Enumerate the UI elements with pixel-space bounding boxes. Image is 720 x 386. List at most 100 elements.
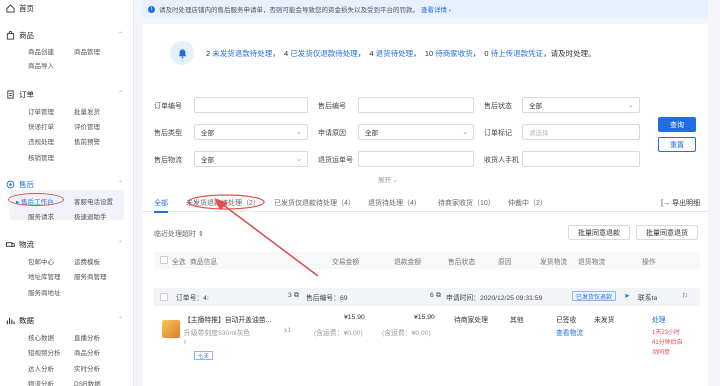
sidebar-item[interactable]: 实时分析	[74, 363, 100, 373]
sidebar-home-label: 首页	[19, 3, 34, 13]
refund-amount-sub: (含运费：¥0.00)	[382, 330, 431, 337]
ship-status: 已签收	[556, 317, 577, 324]
summary-link[interactable]: 已发货仅退款待处理	[290, 49, 358, 58]
trade-amount-sub: (含运费：¥0.00)	[314, 330, 363, 337]
tab-unshipped-refund[interactable]: 未发货退款待处理（2）	[186, 198, 260, 208]
sidebar-item[interactable]: 客服电话设置	[74, 196, 113, 206]
sidebar-item[interactable]: 订单管理	[28, 106, 54, 116]
tab-all[interactable]: 全部	[154, 198, 168, 208]
sidebar-section-logistics[interactable]: 物流	[6, 238, 34, 250]
sidebar-item[interactable]: 评价管理	[74, 121, 100, 131]
tab-return-pending[interactable]: 退货待处理（4）	[368, 198, 421, 208]
batch-refund-button[interactable]: 批量同意退款	[568, 225, 630, 240]
sidebar-item[interactable]: 批量发货	[74, 106, 100, 116]
sidebar-item[interactable]: 商品导入	[28, 60, 54, 70]
product-tag: 七天	[194, 351, 214, 360]
summary-link[interactable]: 待上传退款凭证	[491, 49, 544, 58]
contact-link[interactable]: 联系ta	[638, 292, 657, 302]
sidebar-section-data[interactable]: 数据	[6, 314, 34, 326]
th-reason: 原因	[498, 259, 512, 266]
product-image[interactable]	[162, 320, 180, 338]
return-no-input[interactable]	[358, 151, 474, 167]
th-action: 操作	[642, 259, 656, 266]
sidebar-section-product[interactable]: 商品	[6, 29, 34, 41]
aftersale-status-label: 售后状态	[484, 103, 512, 110]
aftersale-type-select[interactable]: 全部 ⌄	[194, 124, 308, 140]
sidebar-item[interactable]: 极速退助手	[74, 211, 107, 221]
summary-link[interactable]: 待商家收货	[435, 49, 473, 58]
sidebar-item[interactable]: 商品创建	[28, 46, 54, 56]
sidebar-home[interactable]: 首页	[6, 2, 34, 14]
sidebar-section-aftersale[interactable]: 售后	[6, 178, 34, 190]
select-value: 全部	[365, 130, 378, 137]
sidebar-item[interactable]: 商品分析	[74, 347, 100, 357]
summary-count: 10	[424, 48, 434, 58]
sidebar-item[interactable]: 直播分析	[74, 332, 100, 342]
receiver-phone-input[interactable]	[522, 151, 640, 167]
product-title[interactable]: 【主播特推】自动开盖油苗...	[184, 314, 271, 324]
notice-link[interactable]: 查看详情 ›	[421, 4, 451, 14]
summary-link[interactable]: 未发货退款待处理	[212, 49, 272, 58]
sidebar-item[interactable]: 服务商管理	[74, 271, 107, 281]
countdown-line: 1天23小时	[652, 330, 681, 336]
process-link[interactable]: 处理	[652, 314, 666, 324]
chevron-up-icon[interactable]: ⌃	[118, 90, 123, 97]
tab-arbitration[interactable]: 仲裁中（2）	[508, 198, 547, 208]
th-ship-logistics: 发货物流	[540, 259, 568, 266]
sidebar-section-logistics-label: 物流	[19, 239, 34, 249]
sidebar-item[interactable]: 商品管理	[74, 46, 100, 56]
aftersale-type-label: 售后类型	[154, 130, 182, 137]
summary-link[interactable]: 退货待处理	[376, 49, 414, 58]
sidebar-item[interactable]: 核销管理	[28, 152, 54, 162]
reason-select[interactable]: 全部 ⌄	[358, 124, 474, 140]
sidebar-item[interactable]: 核心数据	[28, 332, 54, 342]
product-extra: I	[184, 339, 186, 346]
chevron-down-icon: ⌄	[296, 156, 302, 163]
return-no-label: 退货运单号	[318, 157, 353, 164]
aftersale-no-input[interactable]	[358, 97, 474, 113]
active-tab-indicator	[154, 211, 168, 213]
export-button[interactable]: [→ 导出明细	[661, 198, 700, 208]
product-spec: 升级带刻度530ml灰色	[184, 330, 251, 337]
sidebar-item[interactable]: 售前预警	[74, 136, 100, 146]
sidebar-item[interactable]: 包邮中心	[28, 256, 54, 266]
sidebar-item[interactable]: 服务请求	[28, 211, 54, 221]
expand-toggle[interactable]: 展开 ⌄	[378, 174, 398, 184]
sidebar-item[interactable]: 达人分析	[28, 363, 54, 373]
sidebar-item[interactable]: 物流分析	[28, 378, 54, 386]
query-button[interactable]: 查询	[658, 117, 696, 132]
highlight-oval	[8, 193, 64, 206]
aftersale-status-select[interactable]: 全部 ⌄	[522, 97, 640, 113]
sort-deadline[interactable]: 临近处理超时 ⇕	[154, 229, 204, 239]
flag-icon[interactable]: ⚐	[682, 292, 688, 300]
view-logistics-link[interactable]: 查看物流	[556, 327, 583, 337]
sidebar-item[interactable]: 短视频分析	[28, 347, 61, 357]
copy-icon[interactable]: ⧉	[436, 292, 441, 300]
chevron-up-icon[interactable]: ⌃	[118, 240, 123, 247]
reset-button[interactable]: 重置	[658, 137, 696, 152]
logistics-select[interactable]: 全部 ⌄	[194, 151, 308, 167]
copy-icon[interactable]: ⧉	[294, 292, 299, 300]
sidebar-item[interactable]: 地址库管理	[28, 271, 61, 281]
summary-count: 2	[206, 48, 211, 58]
order-mark-select[interactable]: 请选择	[522, 124, 640, 140]
chevron-up-icon[interactable]: ⌃	[118, 180, 123, 187]
tab-shipped-refund[interactable]: 已发货仅退款待处理（4）	[274, 198, 355, 208]
sidebar-section-order[interactable]: 订单	[6, 88, 34, 100]
sidebar-item[interactable]: 违规处理	[28, 136, 54, 146]
select-value: 全部	[201, 157, 214, 164]
chevron-up-icon[interactable]: ⌃	[118, 31, 123, 38]
sidebar-item[interactable]: 运费模板	[74, 256, 100, 266]
batch-return-button[interactable]: 批量同意退货	[636, 225, 698, 240]
tab-await-receipt[interactable]: 待商家收货（10）	[438, 198, 495, 208]
row-checkbox[interactable]	[160, 293, 168, 301]
sidebar-item[interactable]: DSR数据	[74, 378, 101, 386]
sidebar-item[interactable]: 快递打单	[28, 121, 54, 131]
select-all-checkbox[interactable]	[160, 256, 168, 264]
sidebar-item[interactable]: 服务商地址	[28, 287, 61, 297]
aftersale-number-tail: 6	[430, 292, 434, 299]
chevron-down-icon: ⌄	[628, 102, 634, 109]
order-no-input[interactable]	[194, 97, 308, 113]
order-no-label: 订单编号	[154, 103, 182, 110]
chevron-up-icon[interactable]: ⌃	[118, 316, 123, 323]
